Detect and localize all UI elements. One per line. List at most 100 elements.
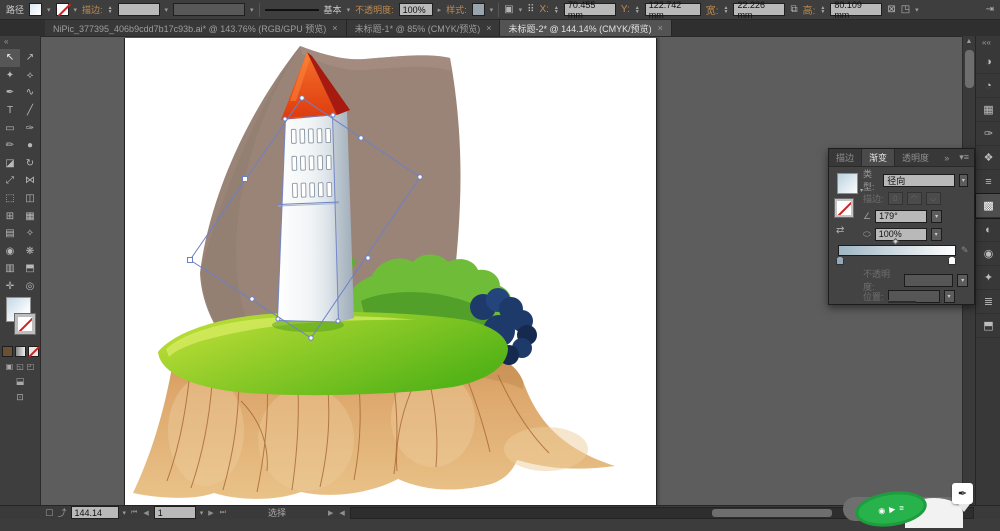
horizontal-scroll-thumb[interactable] xyxy=(711,508,832,517)
gradient-type-dropdown[interactable]: 径向 xyxy=(883,173,955,187)
panel-expand-icon[interactable]: » xyxy=(939,149,954,166)
width-field[interactable]: 22.226 mm xyxy=(733,0,786,20)
status-menu-icon[interactable]: ▶ xyxy=(327,509,334,517)
gradient-tool-icon[interactable]: ▤ xyxy=(0,225,20,243)
gradient-fill-swatch[interactable] xyxy=(837,173,858,194)
artboard-number-field[interactable]: 1 xyxy=(153,506,196,519)
stroke-weight-dropdown-icon[interactable]: ▾ xyxy=(165,6,169,14)
draw-behind-icon[interactable]: ◱ xyxy=(16,362,24,371)
edit-gradient-icon[interactable]: ✎ xyxy=(961,245,969,256)
tools-collapse-icon[interactable]: « xyxy=(0,36,40,49)
stroke-dropdown-icon[interactable]: ▾ xyxy=(74,6,78,14)
x-stepper[interactable]: ▲ ▼ xyxy=(554,5,559,14)
document-setup-dropdown-icon[interactable]: ▾ xyxy=(519,6,523,14)
eraser-tool-icon[interactable]: ◪ xyxy=(0,155,20,173)
tab-close-icon[interactable]: × xyxy=(658,23,663,33)
next-artboard-icon[interactable]: ▶ xyxy=(207,509,214,517)
document-setup-icon[interactable]: ▣ xyxy=(504,4,513,15)
draw-normal-icon[interactable]: ▣ xyxy=(6,362,14,371)
color-guide-panel-icon[interactable]: ◔ xyxy=(976,74,1000,98)
layers-panel-icon[interactable]: ≣ xyxy=(976,290,1000,314)
appearance-panel-icon[interactable]: ◉ xyxy=(976,242,1000,266)
color-mode-button[interactable] xyxy=(1,346,13,358)
tab-transparency[interactable]: 透明度 xyxy=(895,149,936,166)
aspect-dropdown-icon[interactable]: ▾ xyxy=(930,227,942,241)
first-artboard-icon[interactable]: ⏮ xyxy=(130,509,138,517)
stroke-swatch[interactable] xyxy=(55,3,69,16)
panel-resize-grip[interactable] xyxy=(887,300,916,303)
mesh-tool-icon[interactable]: ▦ xyxy=(20,207,40,225)
symbols-panel-icon[interactable]: ❖ xyxy=(976,146,1000,170)
artboard-tool-icon[interactable]: ⬒ xyxy=(20,260,40,278)
panel-collapse-icon[interactable]: ⇥ xyxy=(986,4,994,15)
stroke-within-button[interactable]: ▯ xyxy=(887,191,903,205)
gradient-slider-bar[interactable] xyxy=(838,245,956,256)
edit-toolbar-icon[interactable]: ⊡ xyxy=(0,392,40,403)
symbol-sprayer-tool-icon[interactable]: ❋ xyxy=(20,243,40,261)
type-dropdown-icon[interactable]: ▾ xyxy=(958,173,968,187)
stroke-panel-icon[interactable]: ≡ xyxy=(976,170,1000,194)
stroke-weight-stepper[interactable]: ▲ ▼ xyxy=(108,5,113,14)
draw-inside-icon[interactable]: ◰ xyxy=(27,362,35,371)
gradient-stop-right[interactable] xyxy=(948,256,956,265)
gradient-stop-left[interactable] xyxy=(836,256,844,265)
fill-swatch[interactable] xyxy=(29,3,43,16)
tab-gradient[interactable]: 渐变 xyxy=(861,149,896,166)
vertical-scroll-thumb[interactable] xyxy=(965,50,974,88)
dock-expand-icon[interactable]: «« xyxy=(976,36,1000,50)
aspect-ratio-field[interactable]: 100% xyxy=(874,227,927,241)
zoom-level-field[interactable]: 144.14 xyxy=(70,506,119,519)
last-artboard-icon[interactable]: ⏭ xyxy=(219,509,227,517)
blob-brush-tool-icon[interactable]: ● xyxy=(20,137,40,155)
zoom-tool-icon[interactable]: ◎ xyxy=(20,278,40,296)
artboards-panel-icon[interactable]: ⬒ xyxy=(976,314,1000,338)
width-profile-dropdown[interactable] xyxy=(173,3,246,16)
stroke-across-button[interactable]: ◡ xyxy=(925,191,941,205)
direct-selection-tool-icon[interactable]: ↗ xyxy=(20,49,40,67)
brush-dropdown-icon[interactable]: ▾ xyxy=(347,6,351,14)
graphic-styles-panel-icon[interactable]: ✦ xyxy=(976,266,1000,290)
column-graph-tool-icon[interactable]: ▥ xyxy=(0,260,20,278)
paintbrush-tool-icon[interactable]: ✑ xyxy=(20,119,40,137)
width-profile-dropdown-icon[interactable]: ▾ xyxy=(250,6,254,14)
document-tab-1[interactable]: NiPic_377395_406b9cdd7b17c93b.ai* @ 143.… xyxy=(45,20,347,36)
stroke-weight-field[interactable] xyxy=(117,3,160,16)
blend-tool-icon[interactable]: ◉ xyxy=(0,243,20,261)
line-segment-tool-icon[interactable]: ╱ xyxy=(20,102,40,120)
document-tab-3[interactable]: 未标题-2* @ 144.14% (CMYK/预览) × xyxy=(500,20,672,36)
panel-menu-icon[interactable]: ▾≡ xyxy=(954,149,974,166)
perspective-grid-tool-icon[interactable]: ⊞ xyxy=(0,207,20,225)
style-dropdown-icon[interactable]: ▾ xyxy=(490,6,494,14)
grass-mound[interactable] xyxy=(158,311,508,396)
angle-dropdown-icon[interactable]: ▾ xyxy=(931,209,943,223)
lasso-tool-icon[interactable]: ⟡ xyxy=(20,67,40,85)
swatches-panel-icon[interactable]: ▦ xyxy=(976,98,1000,122)
gradient-angle-field[interactable]: 179° xyxy=(875,209,928,223)
tab-stroke[interactable]: 描边 xyxy=(829,149,861,166)
stroke-weight-label[interactable]: 描边: xyxy=(82,3,103,16)
y-stepper[interactable]: ▲ ▼ xyxy=(635,5,640,14)
none-mode-button[interactable] xyxy=(27,346,39,358)
artboard-dropdown-icon[interactable]: ▾ xyxy=(200,509,204,517)
height-field[interactable]: 80.109 mm xyxy=(830,0,883,20)
brush-definition-value[interactable]: 基本 xyxy=(324,3,342,16)
gradient-stroke-proxy[interactable] xyxy=(834,198,854,218)
artwork-illustration[interactable] xyxy=(125,38,658,505)
constrain-proportions-icon[interactable]: ⧉ xyxy=(790,4,797,15)
free-transform-tool-icon[interactable]: ⬚ xyxy=(0,190,20,208)
selection-tool-icon[interactable]: ↖ xyxy=(0,49,20,67)
type-tool-icon[interactable]: T xyxy=(0,102,20,120)
scale-tool-icon[interactable]: ⤢ xyxy=(0,172,20,190)
gradient-swatch-dropdown-icon[interactable]: ▾ xyxy=(860,187,863,194)
export-icon[interactable]: ⤴ xyxy=(58,506,67,519)
screen-mode-button[interactable]: ⬓ xyxy=(0,376,40,387)
prev-artboard-icon[interactable]: ◀ xyxy=(142,509,149,517)
zoom-dropdown-icon[interactable]: ▾ xyxy=(123,509,127,517)
pencil-tool-icon[interactable]: ✏ xyxy=(0,137,20,155)
scroll-up-icon[interactable]: ▲ xyxy=(963,36,975,48)
shape-builder-tool-icon[interactable]: ◫ xyxy=(20,190,40,208)
eyedropper-tool-icon[interactable]: ✧ xyxy=(20,225,40,243)
artboard-nav-icon[interactable]: ▢ xyxy=(45,507,54,518)
hand-tool-icon[interactable]: ✛ xyxy=(0,278,20,296)
style-swatch[interactable] xyxy=(471,3,485,16)
